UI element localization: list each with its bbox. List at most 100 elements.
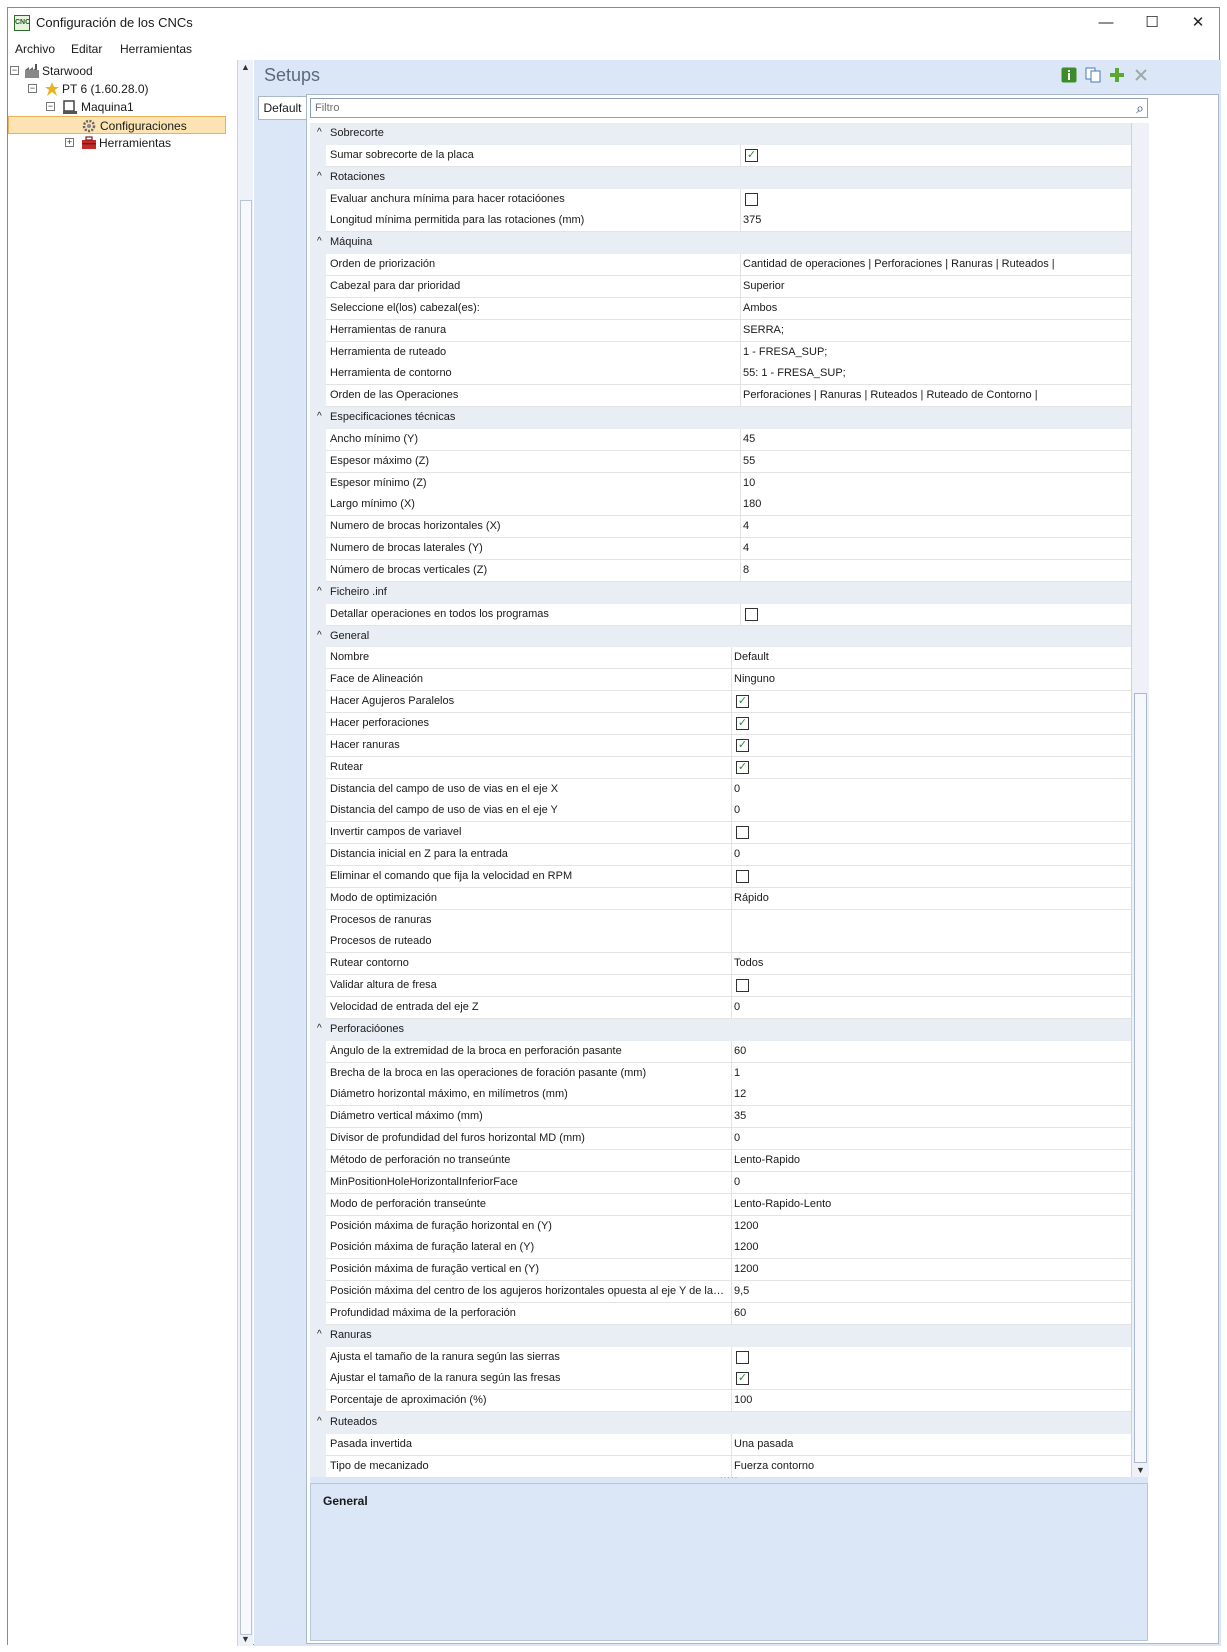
property-row[interactable]: Hacer ranuras ✓ — [310, 734, 1131, 757]
property-value[interactable]: 0 — [734, 1001, 740, 1013]
property-row[interactable]: Diámetro vertical máximo (mm) 35 — [310, 1106, 1131, 1129]
property-value[interactable]: 8 — [743, 564, 749, 576]
tree-scrollbar[interactable]: ▲ ▼ — [237, 60, 253, 1646]
property-row[interactable]: Posición máxima del centro de los agujer… — [310, 1281, 1131, 1304]
property-value[interactable]: Default — [734, 651, 769, 663]
property-value[interactable]: 60 — [734, 1307, 746, 1319]
property-row[interactable]: Procesos de ruteado — [310, 931, 1131, 954]
property-row[interactable]: Ángulo de la extremidad de la broca en p… — [310, 1040, 1131, 1063]
property-row[interactable]: Espesor máximo (Z) 55 — [310, 450, 1131, 473]
property-value[interactable]: 0 — [734, 783, 740, 795]
property-value[interactable]: Superior — [743, 280, 785, 292]
property-value[interactable]: 9,5 — [734, 1285, 749, 1297]
property-row[interactable]: Nombre Default — [310, 647, 1131, 670]
property-value[interactable]: 0 — [734, 1176, 740, 1188]
collapse-icon[interactable]: − — [46, 102, 55, 111]
property-value[interactable]: 60 — [734, 1045, 746, 1057]
property-value[interactable]: 100 — [734, 1394, 752, 1406]
property-row[interactable]: Longitud mínima permitida para las rotac… — [310, 210, 1131, 233]
property-value[interactable]: 180 — [743, 498, 761, 510]
property-row[interactable]: Eliminar el comando que fija la velocida… — [310, 865, 1131, 888]
property-value[interactable]: Lento-Rapido-Lento — [734, 1198, 831, 1210]
property-checkbox[interactable]: ✓ — [736, 695, 749, 709]
category-row[interactable]: ^ Máquina — [310, 232, 1131, 255]
menu-archivo[interactable]: Archivo — [15, 42, 55, 56]
property-row[interactable]: Posición máxima de furação vertical en (… — [310, 1259, 1131, 1282]
add-icon[interactable] — [1109, 67, 1125, 83]
property-row[interactable]: Modo de perforación transeúnte Lento-Rapi… — [310, 1193, 1131, 1216]
property-row[interactable]: Hacer perforaciones ✓ — [310, 712, 1131, 735]
tree-item-herramientas[interactable]: + Herramientas — [8, 134, 228, 152]
collapse-caret-icon[interactable]: ^ — [317, 411, 322, 422]
property-checkbox[interactable]: ✓ — [736, 760, 749, 774]
property-value[interactable]: 0 — [734, 1132, 740, 1144]
scroll-up-icon[interactable]: ▲ — [241, 62, 250, 72]
property-checkbox[interactable]: ✓ — [736, 738, 749, 752]
property-row[interactable]: Numero de brocas laterales (Y) 4 — [310, 538, 1131, 561]
collapse-icon[interactable]: − — [28, 84, 37, 93]
menu-editar[interactable]: Editar — [71, 42, 102, 56]
property-checkbox[interactable] — [736, 979, 749, 993]
minimize-button[interactable]: — — [1083, 8, 1129, 38]
property-value[interactable]: 1 - FRESA_SUP; — [743, 346, 827, 358]
property-row[interactable]: Sumar sobrecorte de la placa ✓ — [310, 144, 1131, 167]
property-value[interactable]: Una pasada — [734, 1438, 793, 1450]
property-row[interactable]: Profundidad máxima de la perforación 60 — [310, 1302, 1131, 1325]
property-value[interactable]: 0 — [734, 848, 740, 860]
category-row[interactable]: ^ Especificaciones técnicas — [310, 407, 1131, 430]
category-row[interactable]: ^ Ranuras — [310, 1324, 1131, 1347]
property-value[interactable]: 0 — [734, 804, 740, 816]
property-row[interactable]: Velocidad de entrada del eje Z 0 — [310, 997, 1131, 1019]
property-row[interactable]: Divisor de profundidad del furos horizon… — [310, 1128, 1131, 1151]
property-value[interactable]: Perforaciones | Ranuras | Ruteados | Rut… — [743, 389, 1038, 401]
collapse-icon[interactable]: − — [10, 66, 19, 75]
property-value[interactable]: 35 — [734, 1110, 746, 1122]
property-row[interactable]: Face de Alineación Ninguno — [310, 669, 1131, 692]
property-value[interactable]: 55: 1 - FRESA_SUP; — [743, 367, 846, 379]
property-value[interactable]: 45 — [743, 433, 755, 445]
property-row[interactable]: Ajusta el tamaño de la ranura según las … — [310, 1346, 1131, 1369]
tree-item-maquina1[interactable]: − Maquina1 — [8, 98, 228, 116]
property-row[interactable]: Largo mínimo (X) 180 — [310, 494, 1131, 517]
property-row[interactable]: Espesor mínimo (Z) 10 — [310, 472, 1131, 495]
property-row[interactable]: Pasada invertida Una pasada — [310, 1434, 1131, 1456]
collapse-caret-icon[interactable]: ^ — [317, 1416, 322, 1427]
property-value[interactable]: Cantidad de operaciones | Perforaciones … — [743, 258, 1055, 270]
property-row[interactable]: Orden de las Operaciones Perforaciones | … — [310, 385, 1131, 408]
property-row[interactable]: Cabezal para dar prioridad Superior — [310, 275, 1131, 298]
category-row[interactable]: ^ Ficheiro .inf — [310, 581, 1131, 604]
info-icon[interactable] — [1061, 67, 1077, 83]
property-checkbox[interactable] — [745, 607, 758, 621]
property-row[interactable]: Rutear contorno Todos — [310, 953, 1131, 976]
tab-default[interactable]: Default — [258, 96, 306, 120]
search-icon[interactable]: ⌕ — [1136, 100, 1144, 117]
property-value[interactable]: Fuerza contorno — [734, 1460, 814, 1472]
category-row[interactable]: ^ Ruteados — [310, 1412, 1131, 1435]
property-value[interactable]: Ambos — [743, 302, 777, 314]
delete-icon[interactable] — [1133, 67, 1149, 83]
collapse-caret-icon[interactable]: ^ — [317, 1023, 322, 1034]
property-row[interactable]: MinPositionHoleHorizontalInferiorFace 0 — [310, 1171, 1131, 1194]
property-row[interactable]: Validar altura de fresa — [310, 975, 1131, 998]
property-value[interactable]: Lento-Rapido — [734, 1154, 800, 1166]
property-checkbox[interactable]: ✓ — [736, 1372, 749, 1386]
property-checkbox[interactable]: ✓ — [736, 716, 749, 730]
property-row[interactable]: Rutear ✓ — [310, 756, 1131, 779]
property-value[interactable]: 1 — [734, 1067, 740, 1079]
property-checkbox[interactable] — [736, 826, 749, 840]
collapse-caret-icon[interactable]: ^ — [317, 630, 322, 641]
property-value[interactable]: Ninguno — [734, 673, 775, 685]
filter-input[interactable]: Filtro ⌕ — [310, 98, 1148, 118]
property-checkbox[interactable] — [745, 192, 758, 206]
collapse-caret-icon[interactable]: ^ — [317, 127, 322, 138]
property-row[interactable]: Procesos de ranuras — [310, 909, 1131, 932]
expand-icon[interactable]: + — [65, 138, 74, 147]
category-row[interactable]: ^ Sobrecorte — [310, 123, 1131, 145]
grid-scrollbar[interactable]: ▼ — [1131, 123, 1149, 1477]
property-row[interactable]: Modo de optimización Rápido — [310, 887, 1131, 910]
property-row[interactable]: Detallar operaciones en todos los progra… — [310, 603, 1131, 626]
property-row[interactable]: Distancia del campo de uso de vias en el… — [310, 778, 1131, 801]
property-row[interactable]: Ancho mínimo (Y) 45 — [310, 428, 1131, 451]
menu-herramientas[interactable]: Herramientas — [120, 42, 192, 56]
property-value[interactable]: 375 — [743, 214, 761, 226]
